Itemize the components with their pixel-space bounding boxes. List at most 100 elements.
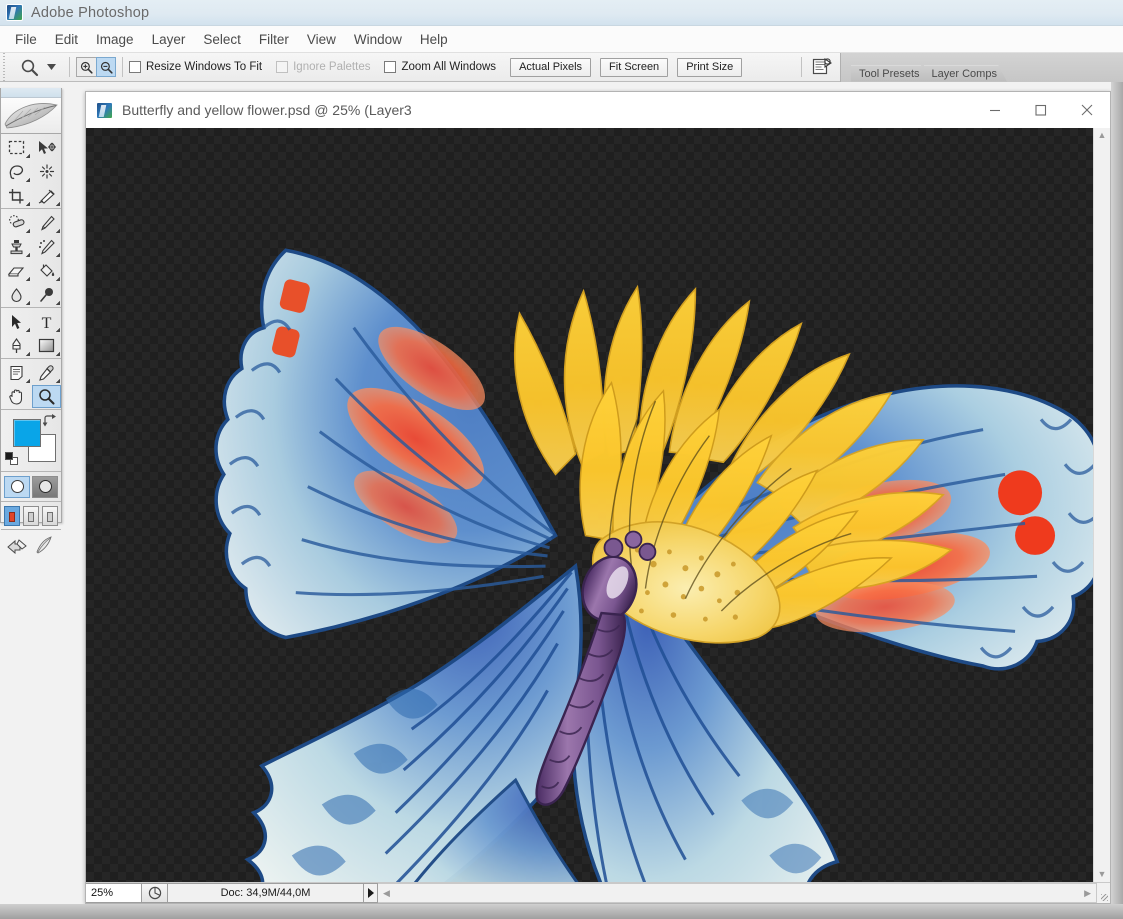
document-title-bar[interactable]: Butterfly and yellow flower.psd @ 25% (L… [86, 92, 1110, 128]
proxy-preview-icon[interactable] [142, 883, 168, 903]
zoom-tool-icon[interactable] [32, 385, 61, 408]
checkbox-box[interactable] [384, 61, 397, 73]
tool-flyout-indicator[interactable] [26, 178, 30, 182]
type-tool-icon[interactable]: T [32, 310, 61, 333]
vertical-scrollbar[interactable]: ▲ ▼ [1093, 128, 1110, 882]
tool-flyout-indicator[interactable] [56, 301, 60, 305]
rectangle-shape-tool-icon[interactable] [32, 334, 61, 357]
document-info-field[interactable]: Doc: 34,9M/44,0M [168, 883, 364, 903]
swap-colors-icon[interactable] [43, 414, 56, 427]
scroll-down-icon[interactable]: ▼ [1098, 870, 1107, 879]
photoshop-logo-icon [6, 4, 23, 21]
imageready-logo-icon[interactable] [35, 536, 53, 554]
horizontal-scrollbar[interactable]: ◀ ▶ [378, 883, 1097, 903]
palette-tab-layer-comps[interactable]: Layer Comps [924, 65, 1007, 82]
menu-item-help[interactable]: Help [411, 29, 457, 50]
scroll-up-icon[interactable]: ▲ [1098, 131, 1107, 140]
default-colors-icon[interactable] [5, 452, 18, 465]
jump-to-imageready-icon[interactable] [7, 536, 29, 554]
tool-flyout-indicator[interactable] [26, 154, 30, 158]
tool-flyout-indicator[interactable] [56, 352, 60, 356]
tool-flyout-indicator[interactable] [26, 379, 30, 383]
menu-item-select[interactable]: Select [194, 29, 250, 50]
fit-screen-button[interactable]: Fit Screen [600, 57, 669, 77]
tool-flyout-indicator[interactable] [26, 328, 30, 332]
menu-item-window[interactable]: Window [345, 29, 411, 50]
checkbox-box[interactable] [129, 61, 141, 73]
tool-flyout-indicator[interactable] [26, 229, 30, 233]
blur-tool-icon[interactable] [2, 283, 31, 306]
palette-tab-tool-presets[interactable]: Tool Presets [851, 65, 930, 82]
tool-group-retouch-paint [1, 209, 61, 308]
tool-flyout-indicator[interactable] [56, 253, 60, 257]
tool-group-notes-navigation [1, 359, 61, 410]
scroll-left-icon[interactable]: ◀ [383, 888, 390, 898]
marquee-tool-icon[interactable] [2, 136, 31, 159]
tool-flyout-indicator[interactable] [56, 202, 60, 206]
path-selection-tool-icon[interactable] [2, 310, 31, 333]
magic-wand-tool-icon[interactable] [32, 160, 61, 183]
print-size-button[interactable]: Print Size [677, 57, 743, 77]
menu-item-layer[interactable]: Layer [143, 29, 195, 50]
scroll-right-icon[interactable]: ▶ [1084, 888, 1091, 898]
full-screen-mode-icon[interactable] [42, 505, 58, 526]
status-expand-icon[interactable] [364, 883, 378, 903]
tool-flyout-indicator[interactable] [26, 277, 30, 281]
tool-flyout-indicator[interactable] [56, 229, 60, 233]
menu-item-image[interactable]: Image [87, 29, 143, 50]
pen-tool-icon[interactable] [2, 334, 31, 357]
eraser-tool-icon[interactable] [2, 259, 31, 282]
brush-tool-icon[interactable] [32, 211, 61, 234]
history-brush-tool-icon[interactable] [32, 235, 61, 258]
foreground-color-swatch[interactable] [13, 419, 41, 447]
dodge-tool-icon[interactable] [32, 283, 61, 306]
tool-flyout-indicator[interactable] [26, 301, 30, 305]
close-icon[interactable] [1064, 92, 1110, 128]
tool-flyout-indicator[interactable] [26, 253, 30, 257]
tool-flyout-indicator[interactable] [26, 352, 30, 356]
move-tool-icon[interactable] [32, 136, 61, 159]
zoom-out-icon[interactable] [96, 57, 116, 77]
tool-flyout-indicator[interactable] [56, 379, 60, 383]
chevron-down-icon[interactable] [47, 64, 56, 70]
menu-item-view[interactable]: View [298, 29, 345, 50]
menu-item-file[interactable]: File [6, 29, 46, 50]
tools-palette-drag-handle[interactable] [1, 88, 61, 98]
hand-tool-icon[interactable] [2, 385, 31, 408]
zoom-in-icon[interactable] [76, 57, 96, 77]
tool-flyout-indicator[interactable] [56, 328, 60, 332]
maximize-icon[interactable] [1018, 92, 1064, 128]
tool-flyout-indicator[interactable] [56, 277, 60, 281]
slice-tool-icon[interactable] [32, 184, 61, 207]
quick-mask-mode-icon[interactable] [32, 475, 58, 498]
eyedropper-tool-icon[interactable] [32, 361, 61, 384]
actual-pixels-button[interactable]: Actual Pixels [510, 57, 592, 77]
checkbox-resize-windows-to-fit[interactable]: Resize Windows To Fit [129, 61, 262, 73]
minimize-icon[interactable] [972, 92, 1018, 128]
standard-screen-mode-icon[interactable] [4, 505, 20, 526]
checkbox-ignore-palettes: Ignore Palettes [276, 61, 370, 73]
notes-tool-icon[interactable] [2, 361, 31, 384]
menu-item-filter[interactable]: Filter [250, 29, 298, 50]
butterfly-artwork [214, 248, 1093, 882]
menu-item-edit[interactable]: Edit [46, 29, 87, 50]
zoom-level-field[interactable]: 25% [86, 883, 142, 903]
palette-well-icon[interactable] [808, 54, 836, 80]
full-screen-with-menubar-icon[interactable] [23, 505, 39, 526]
crop-tool-icon[interactable] [2, 184, 31, 207]
checkbox-zoom-all-windows[interactable]: Zoom All Windows [384, 61, 496, 73]
tool-group-vector-type: T [1, 308, 61, 359]
clone-stamp-tool-icon[interactable] [2, 235, 31, 258]
standard-mask-mode-icon[interactable] [4, 475, 30, 498]
mask-mode-buttons [1, 472, 61, 502]
healing-brush-tool-icon[interactable] [2, 211, 31, 234]
paint-bucket-tool-icon[interactable] [32, 259, 61, 282]
options-bar-grip[interactable] [0, 53, 9, 81]
active-tool-icon-zoom[interactable] [11, 54, 47, 80]
lasso-tool-icon[interactable] [2, 160, 31, 183]
canvas-area[interactable] [86, 128, 1093, 882]
options-separator-2 [122, 57, 123, 77]
resize-grip[interactable] [1097, 883, 1110, 903]
options-bar-right-region: Tool Presets Layer Comps [795, 52, 1123, 82]
tool-flyout-indicator[interactable] [26, 202, 30, 206]
